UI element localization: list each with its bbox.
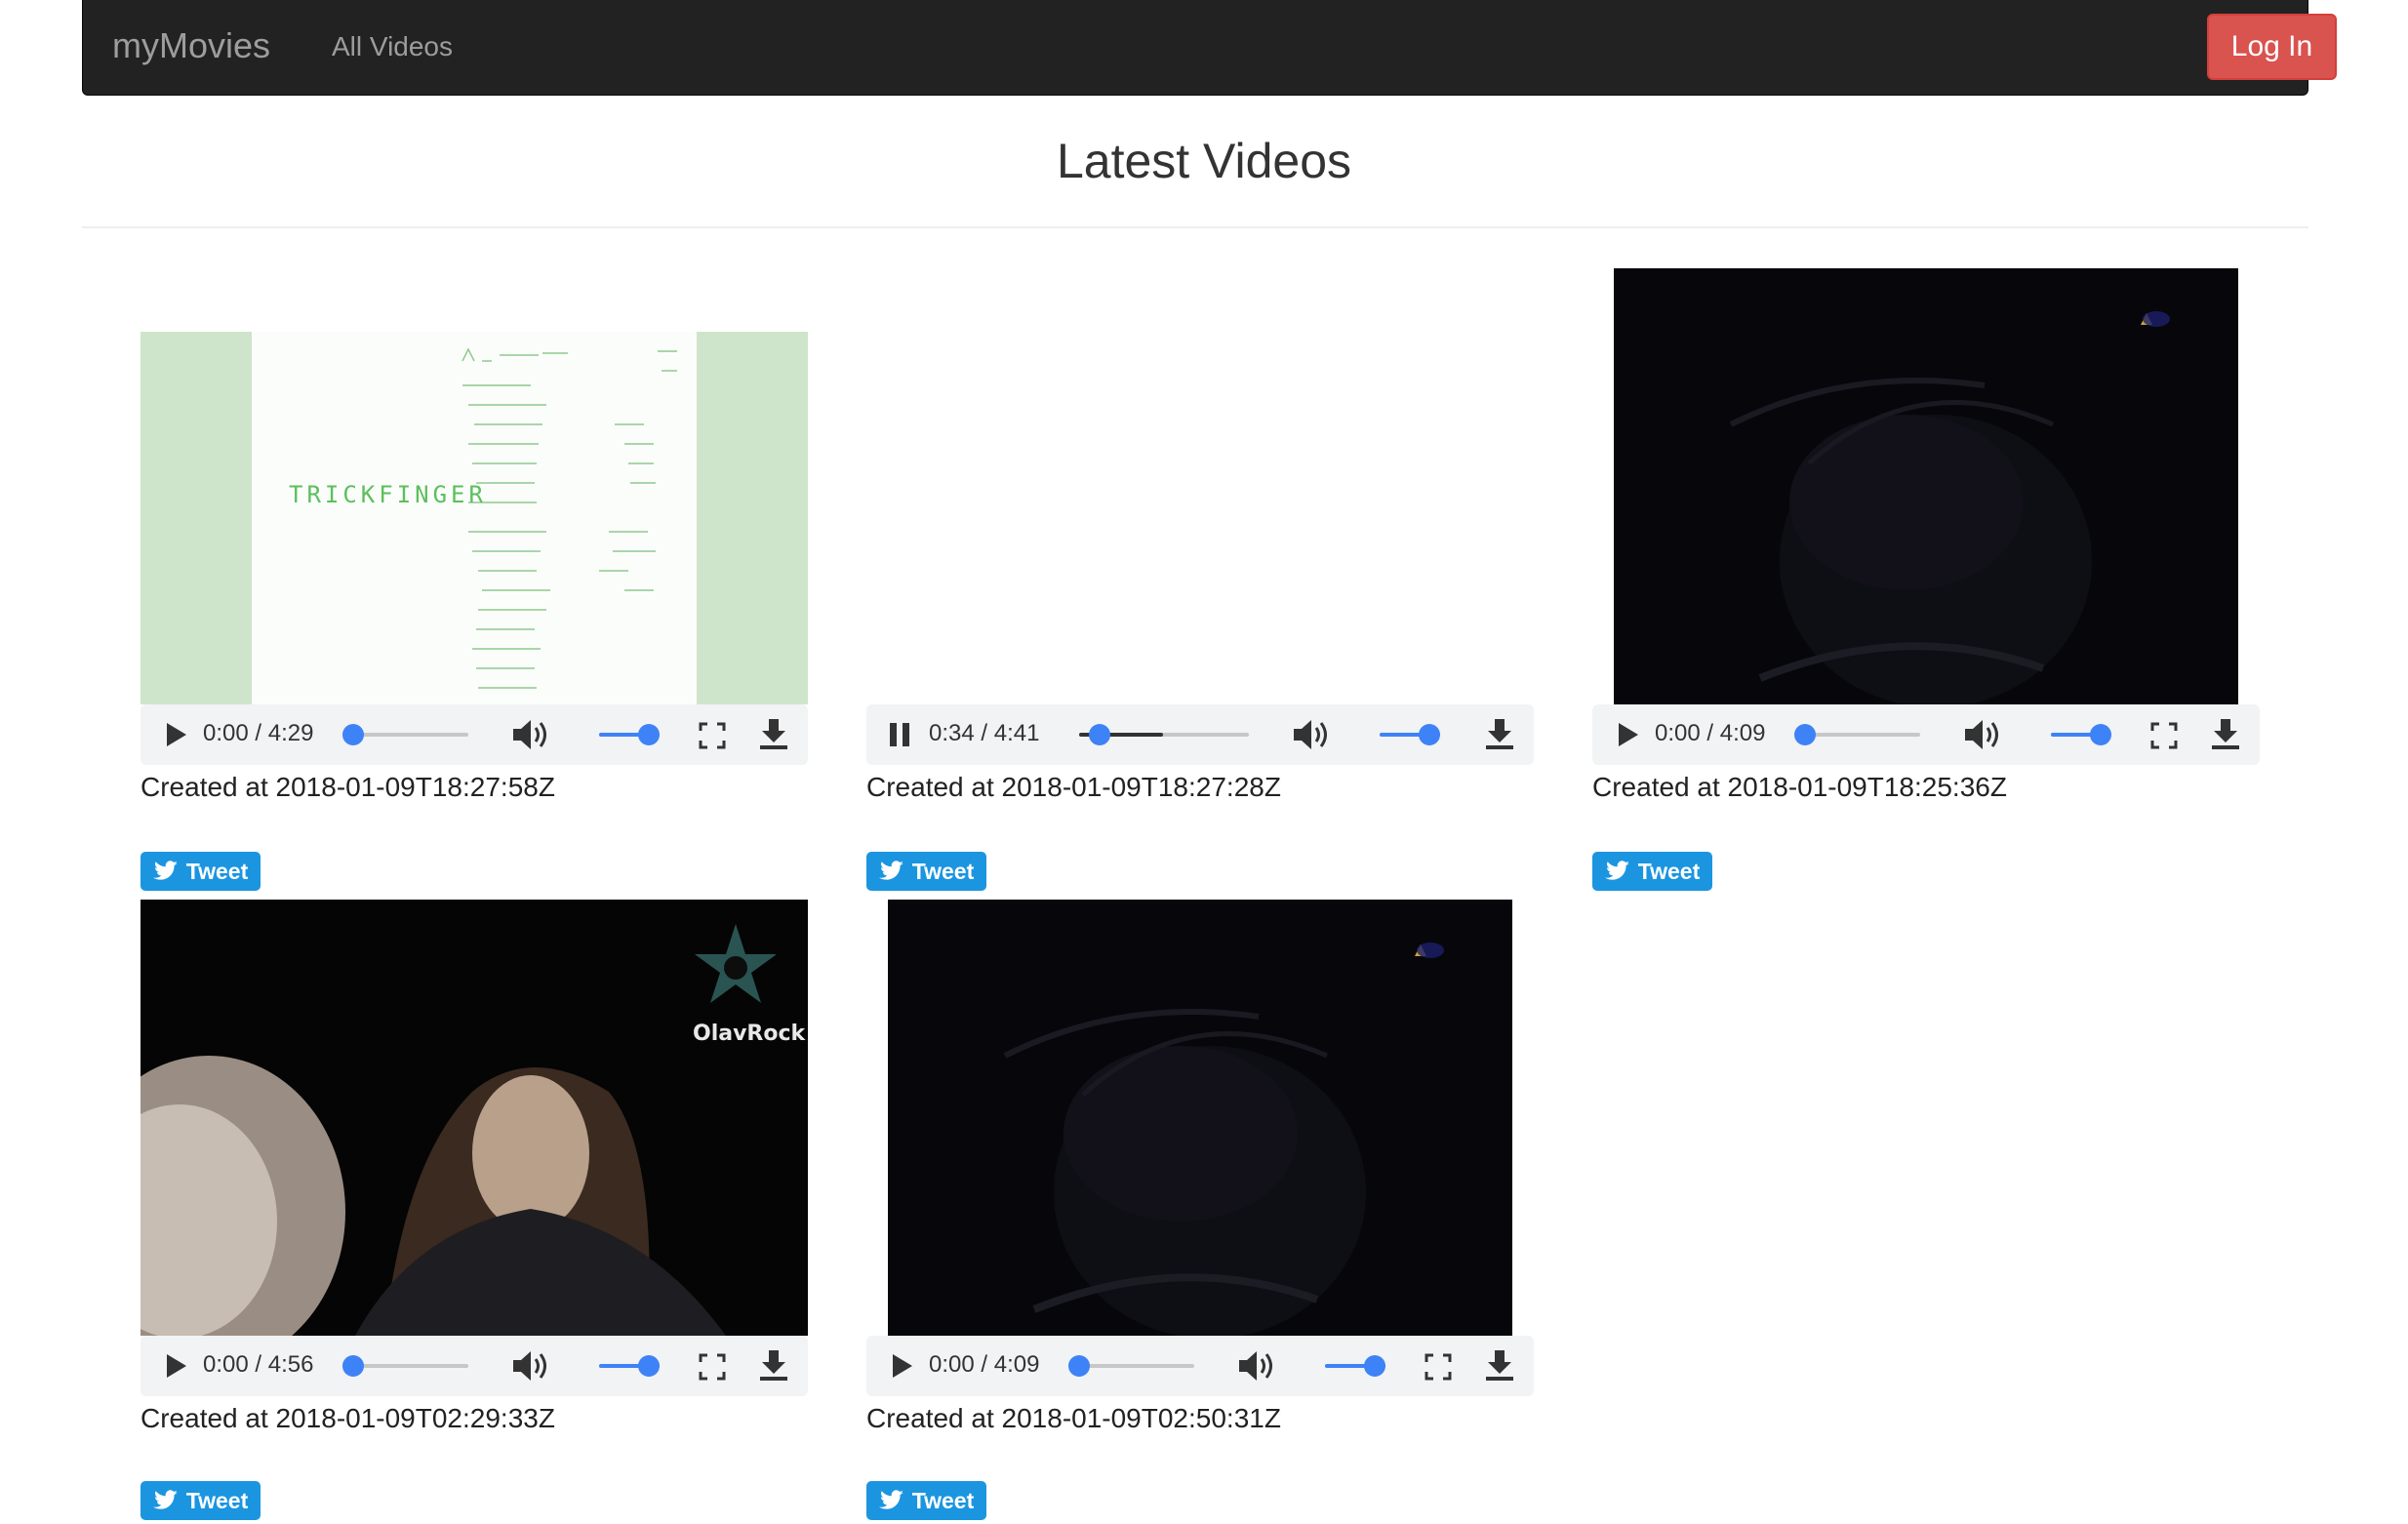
created-timestamp: Created at 2018-01-09T02:50:31Z (866, 1403, 1281, 1433)
play-icon[interactable] (888, 1352, 915, 1380)
twitter-bird-icon (878, 861, 903, 880)
video-card: 0:00 / 4:09 Created at 2018-01-09T02:50:… (866, 900, 1534, 1524)
play-icon[interactable] (162, 1352, 189, 1380)
fullscreen-icon[interactable] (1425, 1353, 1452, 1381)
volume-knob[interactable] (1364, 1355, 1385, 1377)
nav-link-all-videos[interactable]: All Videos (332, 31, 453, 62)
video-thumbnail: OlavRock (140, 924, 807, 1336)
video-time: 0:00 / 4:56 (203, 1351, 314, 1378)
volume-knob[interactable] (2090, 724, 2111, 745)
tweet-label: Tweet (185, 858, 249, 884)
video-time: 0:00 / 4:09 (1655, 720, 1766, 746)
video-thumbnail: TRICKFINGER (140, 332, 808, 704)
tweet-button[interactable]: Tweet (140, 1481, 261, 1520)
header-divider (82, 226, 2308, 228)
brand-link[interactable]: myMovies (112, 25, 270, 66)
created-timestamp: Created at 2018-01-09T18:27:28Z (866, 772, 1281, 802)
video-overlay-text: TRICKFINGER (289, 481, 487, 508)
tweet-label: Tweet (911, 858, 975, 884)
twitter-bird-icon (1604, 861, 1629, 880)
tweet-button[interactable]: Tweet (866, 1481, 986, 1520)
seek-slider[interactable] (1794, 724, 1920, 745)
fullscreen-icon[interactable] (2150, 722, 2178, 749)
navbar: myMovies All Videos (82, 0, 2308, 96)
fullscreen-icon[interactable] (699, 1353, 726, 1381)
volume-slider[interactable] (599, 1355, 660, 1377)
download-icon[interactable] (759, 1350, 788, 1382)
volume-slider[interactable] (1380, 724, 1440, 745)
video-card: OlavRock 0:00 / 4:56 Created at 2018-01-… (140, 900, 808, 1524)
seek-knob[interactable] (342, 724, 364, 745)
volume-icon[interactable] (511, 718, 550, 751)
video-player[interactable] (866, 332, 1534, 704)
page-title: Latest Videos (1056, 134, 1352, 188)
play-icon[interactable] (1614, 721, 1641, 748)
volume-knob[interactable] (1419, 724, 1440, 745)
pause-icon[interactable] (886, 721, 913, 748)
video-card: 0:00 / 4:09 Created at 2018-01-09T18:25:… (1592, 268, 2260, 893)
volume-icon[interactable] (1963, 718, 2002, 751)
video-player[interactable] (1614, 268, 2238, 704)
seek-slider[interactable] (342, 1355, 468, 1377)
video-player[interactable]: TRICKFINGER (140, 332, 808, 704)
video-time: 0:00 / 4:09 (929, 1351, 1040, 1378)
seek-knob[interactable] (342, 1355, 364, 1377)
tweet-label: Tweet (185, 1487, 249, 1513)
twitter-bird-icon (152, 861, 178, 880)
tweet-button[interactable]: Tweet (1592, 852, 1712, 891)
video-controls: 0:00 / 4:56 (140, 1336, 808, 1396)
created-timestamp: Created at 2018-01-09T18:27:58Z (140, 772, 555, 802)
play-icon[interactable] (162, 721, 189, 748)
video-time: 0:34 / 4:41 (929, 720, 1040, 746)
tweet-button[interactable]: Tweet (140, 852, 261, 891)
download-icon[interactable] (1485, 1350, 1514, 1382)
seek-slider[interactable] (1079, 724, 1249, 745)
video-controls: 0:00 / 4:29 (140, 704, 808, 765)
volume-knob[interactable] (638, 1355, 660, 1377)
volume-icon[interactable] (511, 1349, 550, 1383)
video-controls: 0:00 / 4:09 (1592, 704, 2260, 765)
video-controls: 0:34 / 4:41 (866, 704, 1534, 765)
volume-slider[interactable] (599, 724, 660, 745)
video-card: 0:34 / 4:41 Created at 2018-01-09T18:27:… (866, 268, 1534, 893)
twitter-bird-icon (152, 1490, 178, 1509)
volume-slider[interactable] (1325, 1355, 1385, 1377)
twitter-bird-icon (878, 1490, 903, 1509)
volume-knob[interactable] (638, 724, 660, 745)
download-icon[interactable] (759, 719, 788, 750)
login-button[interactable]: Log In (2207, 14, 2337, 80)
tweet-label: Tweet (1637, 858, 1701, 884)
video-player[interactable] (888, 900, 1512, 1336)
download-icon[interactable] (2211, 719, 2240, 750)
video-player[interactable]: OlavRock (140, 900, 808, 1336)
video-time: 0:00 / 4:29 (203, 720, 314, 746)
fullscreen-icon[interactable] (699, 722, 726, 749)
download-icon[interactable] (1485, 719, 1514, 750)
video-controls: 0:00 / 4:09 (866, 1336, 1534, 1396)
volume-slider[interactable] (2051, 724, 2111, 745)
video-overlay-text: OlavRock (693, 1022, 807, 1046)
created-timestamp: Created at 2018-01-09T18:25:36Z (1592, 772, 2007, 802)
tweet-label: Tweet (911, 1487, 975, 1513)
video-card: TRICKFINGER 0:00 / 4:29 Created at 2018-… (140, 268, 808, 893)
created-timestamp: Created at 2018-01-09T02:29:33Z (140, 1403, 555, 1433)
video-thumbnail (1003, 942, 1444, 1336)
video-thumbnail (1729, 311, 2170, 704)
seek-knob[interactable] (1794, 724, 1816, 745)
seek-knob[interactable] (1089, 724, 1110, 745)
seek-knob[interactable] (1068, 1355, 1090, 1377)
tweet-button[interactable]: Tweet (866, 852, 986, 891)
volume-icon[interactable] (1292, 718, 1331, 751)
seek-slider[interactable] (342, 724, 468, 745)
volume-icon[interactable] (1237, 1349, 1276, 1383)
seek-slider[interactable] (1068, 1355, 1194, 1377)
